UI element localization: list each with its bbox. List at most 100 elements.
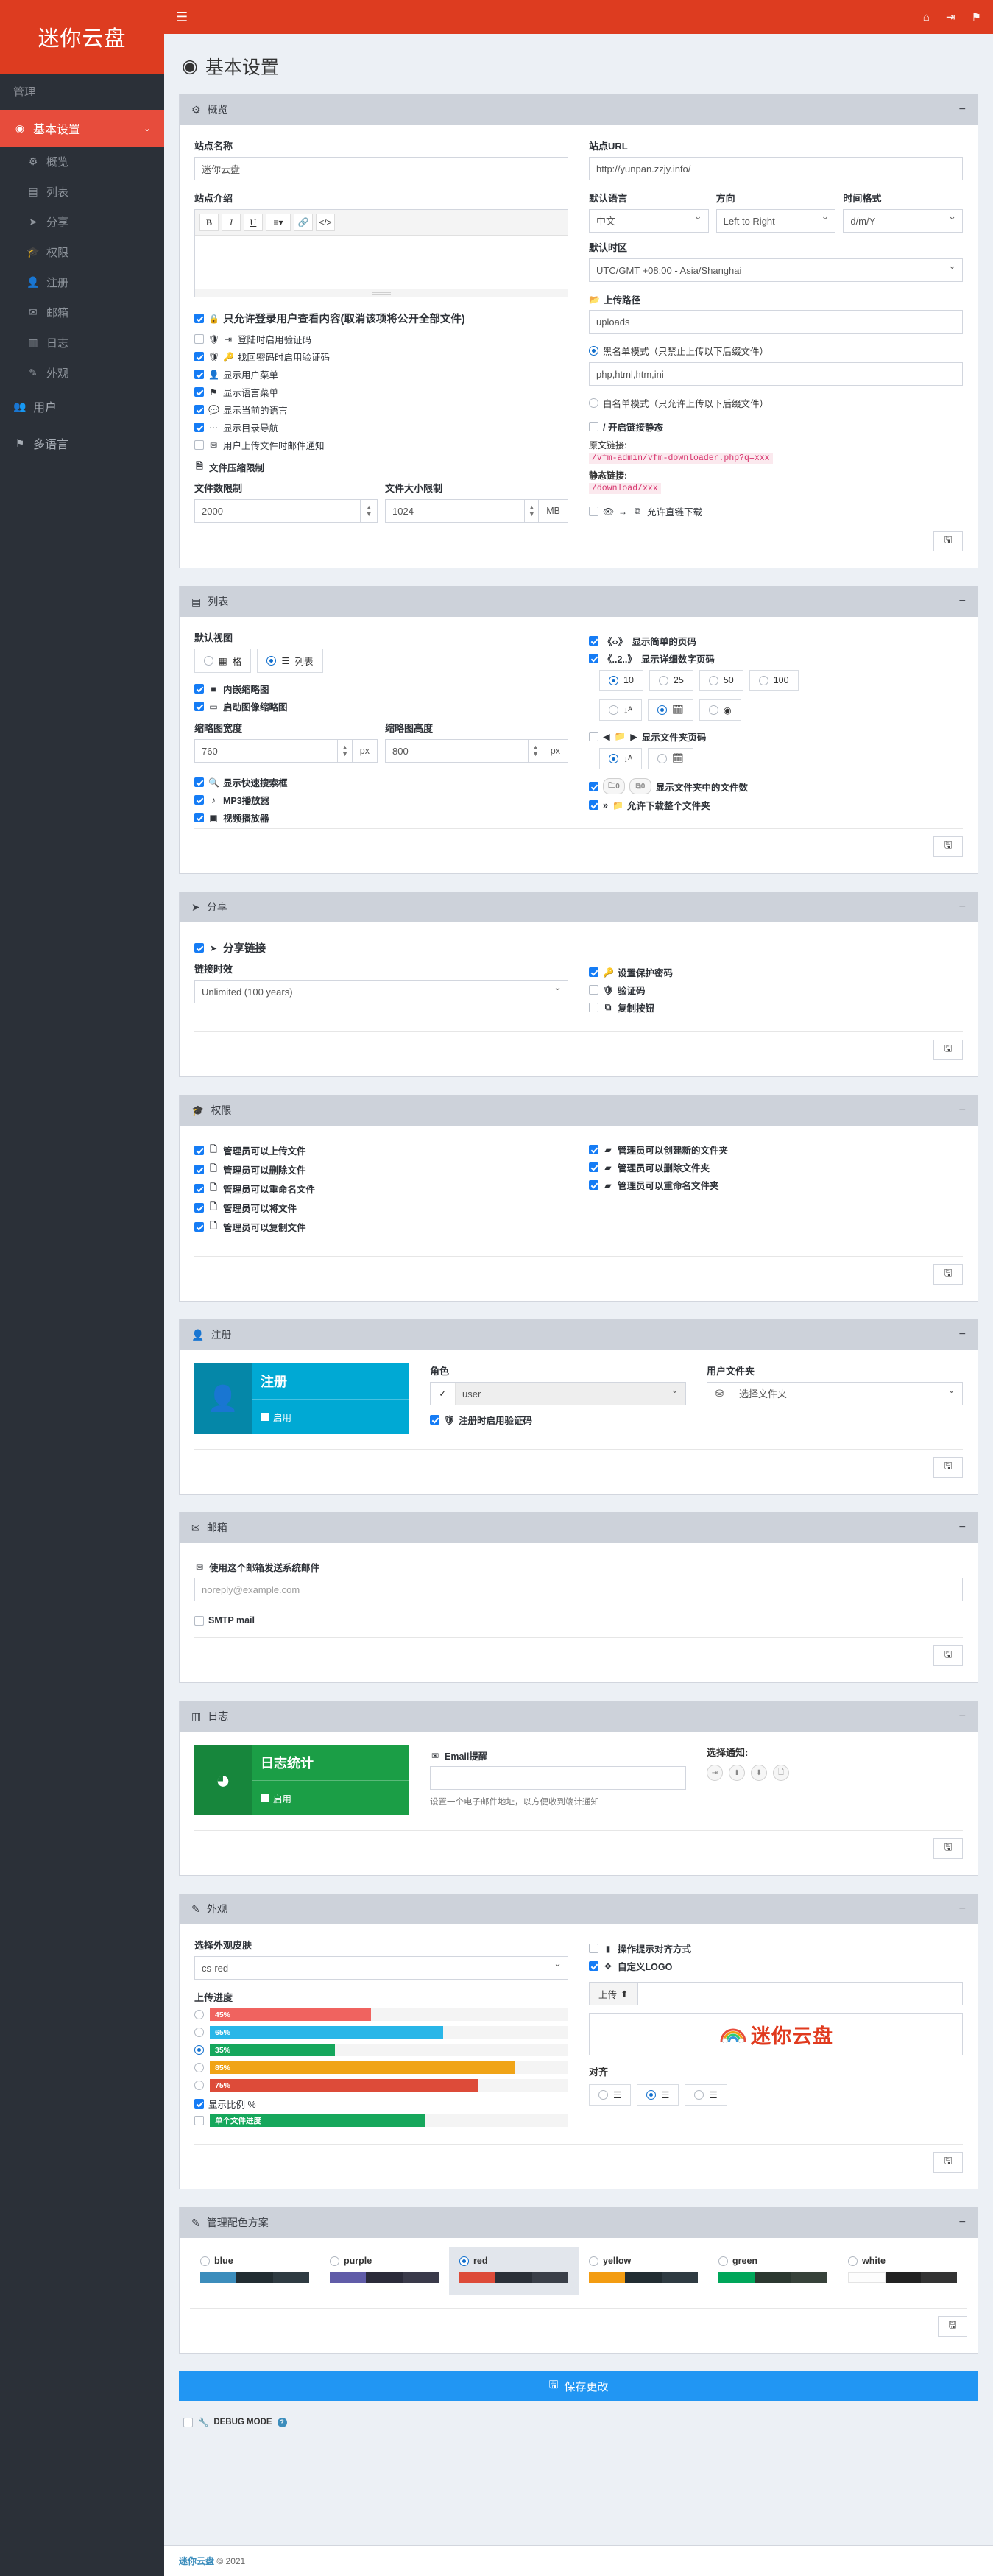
checkbox-copy-button[interactable]: ⧉ 复制按钮 (589, 1001, 963, 1014)
upload-filename-field[interactable] (637, 1983, 962, 2005)
save-all-button[interactable]: 🖫 保存更改 (179, 2371, 978, 2401)
perm-create-folder[interactable]: ▰ 管理员可以创建新的文件夹 (589, 1143, 963, 1157)
time-format-select[interactable]: d/m/Y (843, 209, 964, 233)
scheme-red[interactable]: red (449, 2247, 579, 2295)
debug-mode-row[interactable]: 🔧 DEBUG MODE ? (179, 2414, 978, 2446)
collapse-icon[interactable]: − (959, 104, 966, 115)
bold-button[interactable]: B (199, 214, 219, 231)
thumb-width-input[interactable] (194, 739, 338, 763)
default-lang-select[interactable]: 中文 (589, 209, 709, 233)
sort-option-date[interactable]: 🗓 (647, 699, 693, 721)
register-tile-toggle[interactable]: 启用 (252, 1398, 409, 1435)
code-button[interactable]: </> (316, 214, 335, 231)
site-desc-editor[interactable]: B I U ≡▾ 🔗 </> (194, 209, 568, 297)
align-option-right[interactable]: ☰ (685, 2084, 727, 2106)
blacklist-radio[interactable]: 黑名单模式（只禁止上传以下后缀文件） (589, 344, 768, 358)
folder-sort-date[interactable]: 🗓 (647, 748, 693, 769)
sort-option-size[interactable]: ◉ (699, 699, 741, 721)
thumb-height-stepper[interactable]: ▲ ▼ (528, 739, 543, 763)
save-section-button[interactable]: 🖫 (933, 1264, 963, 1285)
scheme-yellow[interactable]: yellow (579, 2247, 708, 2295)
perm-move-file[interactable]: 🗋 管理员可以将文件 (194, 1200, 568, 1215)
collapse-icon[interactable]: − (959, 1522, 966, 1533)
checkbox-video-player[interactable]: ▣ 视频播放器 (194, 811, 568, 825)
collapse-icon[interactable]: − (959, 596, 966, 607)
duration-select[interactable]: Unlimited (100 years) (194, 980, 568, 1003)
save-section-button[interactable]: 🖫 (933, 1457, 963, 1478)
sidebar-item-languages[interactable]: ⚑ 多语言 (0, 425, 164, 462)
collapse-icon[interactable]: − (959, 2217, 966, 2228)
scheme-green[interactable]: green (708, 2247, 838, 2295)
per-page-option-50[interactable]: 50 (699, 670, 743, 691)
sort-option-alpha[interactable]: ↓ᴬ (599, 699, 642, 721)
file-count-stepper[interactable]: ▲ ▼ (360, 499, 378, 523)
upload-button[interactable]: 上传 ⬆ (590, 1983, 638, 2005)
checkbox-simple-pager[interactable]: 《‹›》 显示简单的页码 (589, 634, 963, 648)
checkbox-show-current-lang[interactable]: 💬 显示当前的语言 (194, 403, 568, 417)
sidebar-item-log[interactable]: ▥ 日志 (0, 328, 164, 358)
logo-upload-bar[interactable]: 上传 ⬆ (589, 1982, 963, 2005)
home-icon[interactable]: ⌂ (923, 11, 930, 24)
blacklist-input[interactable] (589, 362, 963, 386)
folder-sort-alpha[interactable]: ↓ᴬ (599, 748, 642, 769)
underline-button[interactable]: U (244, 214, 263, 231)
save-section-button[interactable]: 🖫 (933, 531, 963, 551)
per-page-option-25[interactable]: 25 (649, 670, 693, 691)
checkbox-static-link[interactable]: / 开启链接静态 (589, 420, 963, 434)
file-count-input[interactable] (194, 499, 361, 523)
perm-copy-file[interactable]: 🗋 管理员可以复制文件 (194, 1219, 568, 1235)
sidebar-item-basic-settings[interactable]: ◉ 基本设置 ⌄ (0, 110, 164, 147)
progress-option-1[interactable]: 65% (194, 2026, 568, 2039)
checkbox-show-file-count[interactable]: 🗀 0 ⧉ 0 显示文件夹中的文件数 (589, 778, 963, 794)
perm-rename-file[interactable]: 🗋 管理员可以重命名文件 (194, 1181, 568, 1196)
checkbox-show-percent[interactable]: 显示比例 % (194, 2097, 568, 2111)
perm-upload-file[interactable]: 🗋 管理员可以上传文件 (194, 1143, 568, 1158)
checkbox-recover-captcha[interactable]: 🛡 🔑 找回密码时启用验证码 (194, 350, 568, 364)
sidebar-item-permissions[interactable]: 🎓 权限 (0, 237, 164, 267)
checkbox-image-thumb[interactable]: ▭ 启动图像缩略图 (194, 699, 568, 713)
align-dropdown-button[interactable]: ≡▾ (266, 214, 291, 231)
log-email-input[interactable] (430, 1766, 686, 1790)
checkbox-show-lang-menu[interactable]: ⚑ 显示语言菜单 (194, 385, 568, 399)
thumb-width-stepper[interactable]: ▲ ▼ (337, 739, 353, 763)
register-tile[interactable]: 👤 注册 启用 (194, 1363, 409, 1434)
flag-icon[interactable]: ⚑ (972, 10, 981, 24)
site-url-input[interactable] (589, 157, 963, 180)
checkbox-detail-pager[interactable]: 《..2..》 显示详细数字页码 (589, 652, 963, 666)
checkbox-download-folder[interactable]: » 📁 允许下载整个文件夹 (589, 798, 963, 812)
whitelist-radio[interactable]: 白名单模式（只允许上传以下后缀文件） (589, 396, 768, 410)
file-size-stepper[interactable]: ▲ ▼ (524, 499, 540, 523)
log-tile[interactable]: ◕ 日志统计 启用 (194, 1745, 409, 1815)
checkbox-inline-thumb[interactable]: ■ 内嵌缩略图 (194, 682, 568, 696)
menu-icon[interactable]: ☰ (176, 10, 188, 25)
perm-rename-folder[interactable]: ▰ 管理员可以重命名文件夹 (589, 1178, 963, 1192)
progress-option-4[interactable]: 75% (194, 2079, 568, 2092)
checkbox-direct-download[interactable]: 👁 → ⧉ 允许直链下载 (589, 504, 963, 518)
checkbox-quick-search[interactable]: 🔍 显示快速搜索框 (194, 775, 568, 789)
save-section-button[interactable]: 🖫 (933, 2152, 963, 2173)
perm-delete-file[interactable]: 🗋 管理员可以删除文件 (194, 1162, 568, 1177)
italic-button[interactable]: I (222, 214, 241, 231)
checkbox-login-only[interactable]: 🔒 只允许登录用户查看内容(取消该项将公开全部文件) (194, 311, 568, 326)
collapse-icon[interactable]: − (959, 1710, 966, 1721)
checkbox-show-breadcrumb[interactable]: ⋯ 显示目录导航 (194, 420, 568, 434)
save-section-button[interactable]: 🖫 (938, 2316, 967, 2337)
scheme-blue[interactable]: blue (190, 2247, 319, 2295)
checkbox-login-captcha[interactable]: 🛡 ⇥ 登陆时启用验证码 (194, 332, 568, 346)
perm-delete-folder[interactable]: ▰ 管理员可以删除文件夹 (589, 1160, 963, 1174)
logout-icon[interactable]: ⇥ (946, 10, 955, 24)
log-tile-toggle[interactable]: 启用 (252, 1779, 409, 1816)
checkbox-upload-mail-notify[interactable]: ✉ 用户上传文件时邮件通知 (194, 438, 568, 452)
system-mail-input[interactable] (194, 1578, 963, 1601)
save-section-button[interactable]: 🖫 (933, 1838, 963, 1859)
checkbox-register-captcha[interactable]: 🛡 注册时启用验证码 (430, 1413, 686, 1427)
progress-option-2[interactable]: 35% (194, 2044, 568, 2056)
site-name-input[interactable] (194, 157, 568, 180)
sidebar-item-overview[interactable]: ⚙ 概览 (0, 147, 164, 177)
progress-option-3[interactable]: 85% (194, 2061, 568, 2074)
progress-option-0[interactable]: 45% (194, 2008, 568, 2021)
sidebar-item-appearance[interactable]: ✎ 外观 (0, 358, 164, 388)
role-select[interactable]: user (456, 1383, 685, 1405)
sidebar-item-share[interactable]: ➤ 分享 (0, 207, 164, 237)
sidebar-item-list[interactable]: ▤ 列表 (0, 177, 164, 207)
